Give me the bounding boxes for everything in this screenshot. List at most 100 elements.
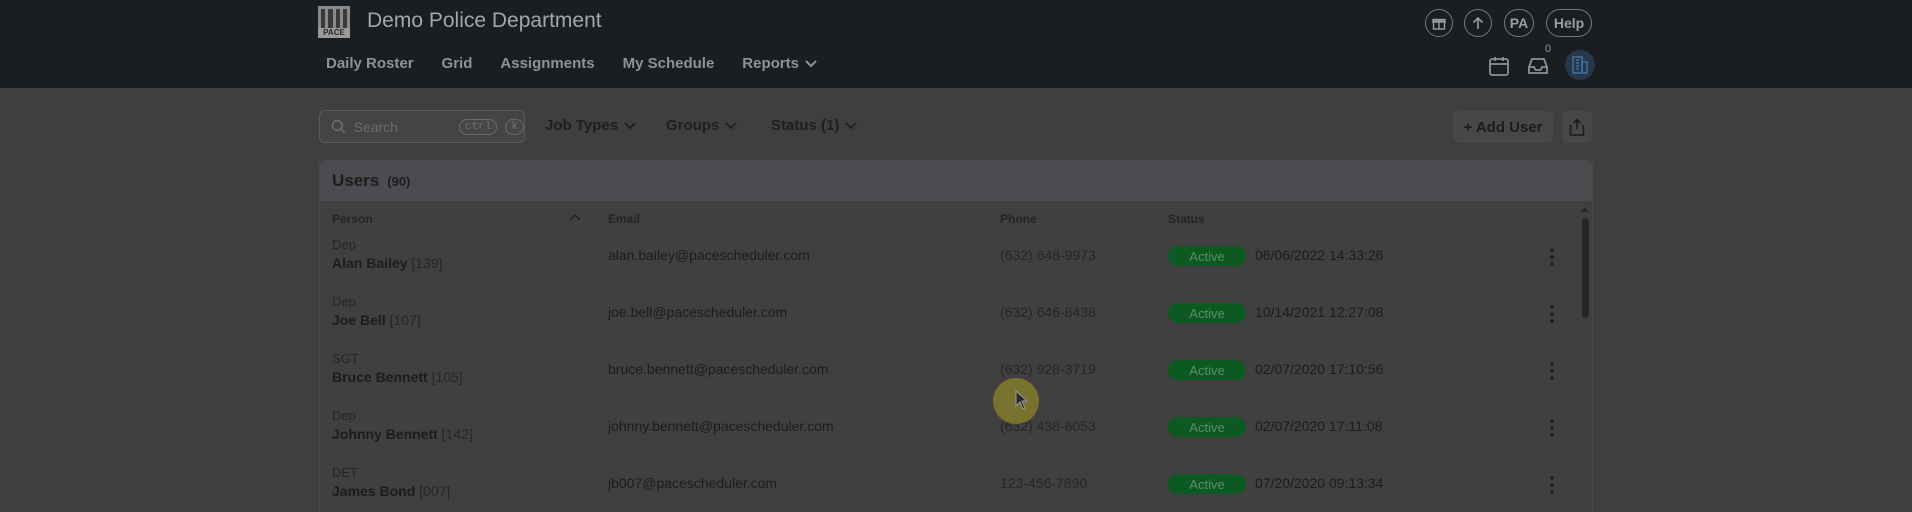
status-timestamp: 02/07/2020 17:11:08 [1255, 418, 1383, 434]
users-card-header: Users (90) [320, 161, 1592, 201]
person-id: [007] [419, 483, 451, 499]
table-scrollbar[interactable] [1580, 205, 1590, 512]
gift-button[interactable] [1425, 9, 1453, 37]
email-cell: johnny.bennett@pacescheduler.com [608, 418, 834, 434]
person-role: DET [332, 465, 358, 480]
person-name: James Bond [332, 483, 416, 499]
status-badge: Active [1168, 417, 1246, 437]
filter-label: Status (1) [771, 117, 840, 134]
person-name: Joe Bell [332, 312, 386, 328]
nav-daily-roster[interactable]: Daily Roster [326, 55, 414, 72]
email-cell: bruce.bennett@pacescheduler.com [608, 361, 829, 377]
export-button[interactable] [1562, 111, 1592, 143]
filter-groups[interactable]: Groups [666, 117, 737, 134]
building-icon [1572, 56, 1588, 74]
kebab-icon[interactable] [1546, 474, 1558, 496]
nav-assignments[interactable]: Assignments [500, 55, 594, 72]
users-title: Users [332, 171, 380, 190]
status-badge: Active [1168, 360, 1246, 380]
logo-text: PACE [318, 28, 350, 38]
table-row[interactable]: Dep Johnny Bennett [142] johnny.bennett@pa… [320, 405, 1570, 462]
person-name: Alan Bailey [332, 255, 408, 271]
building-button[interactable] [1565, 50, 1595, 80]
kebab-icon[interactable] [1546, 246, 1558, 268]
search-box[interactable]: Search ctrl k [319, 110, 525, 143]
chevron-down-icon [725, 121, 737, 129]
nav-reports[interactable]: Reports [742, 55, 817, 72]
person-role: Dep [332, 237, 356, 252]
filter-label: Groups [666, 117, 720, 134]
pace-logo[interactable]: PACE [318, 6, 350, 38]
add-user-button[interactable]: + Add User [1453, 111, 1553, 143]
phone-cell: 123-456-7890 [1000, 475, 1088, 491]
status-timestamp: 02/07/2020 17:10:56 [1255, 361, 1384, 377]
nav-label: Daily Roster [326, 55, 414, 72]
table-row[interactable]: Dep Joe Bell [107] joe.bell@pacescheduler.… [320, 291, 1570, 348]
person-id: [107] [389, 312, 421, 328]
column-status[interactable]: Status [1168, 212, 1205, 226]
column-person[interactable]: Person [332, 212, 373, 226]
phone-cell: (632) 928-3719 [1000, 361, 1096, 377]
upload-button[interactable] [1464, 9, 1492, 37]
chevron-down-icon [845, 121, 857, 129]
person-role: Dep [332, 294, 356, 309]
calendar-icon[interactable] [1487, 54, 1511, 78]
share-icon [1569, 118, 1585, 136]
person-role: Dep [332, 408, 356, 423]
chevron-down-icon [624, 121, 636, 129]
filter-label: Job Types [545, 117, 619, 134]
person-name-cell[interactable]: Bruce Bennett [105] [332, 369, 463, 385]
status-timestamp: 07/20/2020 09:13:34 [1255, 475, 1384, 491]
column-email[interactable]: Email [608, 212, 640, 226]
scroll-up-icon[interactable] [1580, 205, 1590, 213]
filter-status[interactable]: Status (1) [771, 117, 857, 134]
users-count: (90) [387, 173, 411, 189]
top-bar: PACE Demo Police Department Daily Roster… [0, 0, 1912, 88]
column-phone[interactable]: Phone [1000, 212, 1037, 226]
phone-cell: (632) 648-9973 [1000, 247, 1096, 263]
nav-label: Grid [441, 55, 473, 72]
shortcut-ctrl: ctrl [458, 118, 498, 135]
person-role: SGT [332, 351, 359, 366]
person-id: [142] [441, 426, 473, 442]
email-cell: joe.bell@pacescheduler.com [608, 304, 788, 320]
kebab-icon[interactable] [1546, 303, 1558, 325]
gift-icon [1432, 18, 1446, 30]
email-cell: jb007@pacescheduler.com [608, 475, 778, 491]
person-name-cell[interactable]: Johnny Bennett [142] [332, 426, 473, 442]
person-id: [105] [431, 369, 463, 385]
status-badge: Active [1168, 303, 1246, 323]
status-badge: Active [1168, 246, 1246, 266]
phone-cell: (632) 646-8438 [1000, 304, 1096, 320]
avatar[interactable]: PA [1504, 9, 1534, 37]
status-timestamp: 10/14/2021 12:27:08 [1255, 304, 1384, 320]
inbox-count-badge: 0 [1545, 43, 1552, 55]
person-name: Johnny Bennett [332, 426, 438, 442]
person-id: [139] [411, 255, 443, 271]
nav-grid[interactable]: Grid [442, 55, 473, 72]
scroll-thumb[interactable] [1582, 218, 1589, 318]
status-timestamp: 06/06/2022 14:33:26 [1255, 247, 1384, 263]
nav-label: My Schedule [622, 55, 715, 72]
shortcut-k: k [505, 118, 524, 135]
kebab-icon[interactable] [1546, 417, 1558, 439]
help-button[interactable]: Help [1546, 9, 1592, 37]
table-row[interactable]: DET James Bond [007] jb007@pacescheduler.c… [320, 462, 1570, 512]
arrow-up-icon [1472, 16, 1484, 29]
inbox-icon[interactable] [1526, 54, 1550, 78]
users-card: Users (90) Person Email Phone Status Dep… [319, 160, 1593, 512]
kebab-icon[interactable] [1546, 360, 1558, 382]
person-name-cell[interactable]: James Bond [007] [332, 483, 450, 499]
nav-my-schedule[interactable]: My Schedule [623, 55, 715, 72]
status-badge: Active [1168, 474, 1246, 494]
sort-caret-icon[interactable] [569, 213, 581, 221]
search-icon [331, 119, 346, 134]
filter-job-types[interactable]: Job Types [545, 117, 636, 134]
nav-label: Assignments [500, 55, 595, 72]
search-input[interactable]: Search [354, 119, 451, 135]
person-name: Bruce Bennett [332, 369, 428, 385]
table-row[interactable]: SGT Bruce Bennett [105] bruce.bennett@pace… [320, 348, 1570, 405]
table-row[interactable]: Dep Alan Bailey [139] alan.bailey@pacesche… [320, 234, 1570, 291]
person-name-cell[interactable]: Joe Bell [107] [332, 312, 421, 328]
person-name-cell[interactable]: Alan Bailey [139] [332, 255, 443, 271]
